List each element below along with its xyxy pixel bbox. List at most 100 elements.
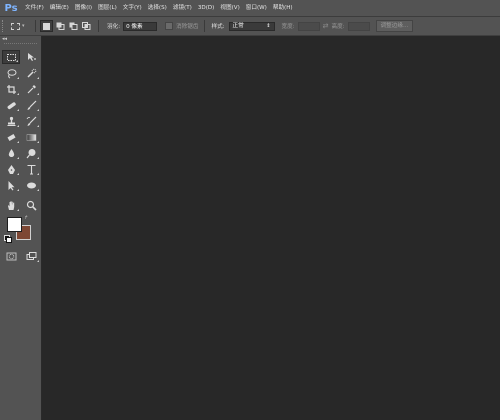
menu-type[interactable]: 文字(Y) <box>120 0 145 16</box>
rectangular-marquee-icon <box>6 53 16 61</box>
lasso-icon <box>7 68 16 78</box>
antialias-label: 消除锯齿 <box>176 24 199 30</box>
ellipse-tool[interactable] <box>22 178 40 192</box>
brush-tool[interactable] <box>22 98 40 112</box>
marquee-preset-icon <box>11 22 20 30</box>
menu-view[interactable]: 视图(V) <box>217 0 242 16</box>
tool-preset-picker[interactable]: ▾ <box>11 20 31 32</box>
add-selection-icon <box>56 22 65 30</box>
refine-edge-button[interactable]: 调整边缘... <box>375 20 414 32</box>
quick-mask-icon <box>6 252 16 260</box>
blur-icon <box>8 148 14 157</box>
history-brush-icon <box>26 116 36 126</box>
menu-help[interactable]: 帮助(H) <box>270 0 296 16</box>
quick-mask-button[interactable] <box>2 249 20 263</box>
new-selection-button[interactable] <box>40 20 53 32</box>
tool-flyout-indicator <box>17 157 19 159</box>
blur-tool[interactable] <box>2 146 20 160</box>
clone-stamp-tool[interactable] <box>2 114 20 128</box>
crop-tool[interactable] <box>2 82 20 96</box>
menu-file[interactable]: 文件(F) <box>22 0 47 16</box>
spot-healing-tool[interactable] <box>2 98 20 112</box>
eraser-icon <box>6 133 16 141</box>
gradient-tool[interactable] <box>22 130 40 144</box>
tool-flyout-indicator <box>16 60 18 62</box>
tool-flyout-indicator <box>37 157 39 159</box>
feather-label: 羽化: <box>107 24 121 30</box>
tool-row <box>0 49 41 65</box>
default-background-icon <box>6 237 12 243</box>
zoom-tool[interactable] <box>22 198 40 212</box>
eyedropper-icon <box>27 84 36 93</box>
tool-flyout-indicator <box>17 125 19 127</box>
menu-select[interactable]: 选择(S) <box>145 0 170 16</box>
default-colors-icon[interactable] <box>4 235 12 243</box>
dodge-tool[interactable] <box>22 146 40 160</box>
tool-flyout-indicator <box>37 125 39 127</box>
pen-tool[interactable] <box>2 162 20 176</box>
screen-mode-button[interactable] <box>22 249 40 263</box>
eyedropper-tool[interactable] <box>22 82 40 96</box>
add-selection-button[interactable] <box>55 21 66 31</box>
swap-colors-icon[interactable]: ↱ <box>24 215 28 221</box>
quick-selection-tool[interactable] <box>22 66 40 80</box>
hand-tool[interactable] <box>2 198 20 212</box>
antialias-checkbox[interactable] <box>165 22 174 30</box>
color-swatches: ↱ <box>0 215 41 245</box>
tool-flyout-indicator <box>17 109 19 111</box>
tool-row <box>0 97 41 113</box>
options-bar: ▾ 羽化: 0 像素 消除锯齿 样式: 正常 ⇕ 宽度: ⇄ 高度: 调整边缘.… <box>0 17 500 36</box>
tool-flyout-indicator <box>17 173 19 175</box>
type-tool[interactable] <box>22 162 40 176</box>
tools-panel: ◂◂ ↱ <box>0 36 42 420</box>
tool-flyout-indicator <box>37 141 39 143</box>
path-selection-tool[interactable] <box>2 178 20 192</box>
tool-flyout-indicator <box>17 141 19 143</box>
tool-row <box>0 161 41 177</box>
eraser-tool[interactable] <box>2 130 20 144</box>
foreground-color-swatch[interactable] <box>7 217 22 232</box>
menu-edit[interactable]: 编辑(E) <box>47 0 72 16</box>
move-tool[interactable] <box>22 50 40 64</box>
tool-row <box>0 129 41 145</box>
intersect-selection-button[interactable] <box>81 21 92 31</box>
subtract-selection-icon <box>69 22 78 30</box>
hand-icon <box>7 200 14 210</box>
swap-dimensions-icon[interactable]: ⇄ <box>323 22 329 30</box>
options-grip[interactable] <box>2 20 7 32</box>
menu-image[interactable]: 图像(I) <box>72 0 95 16</box>
toolbar-grip[interactable] <box>4 43 37 46</box>
menu-bar: Ps 文件(F) 编辑(E) 图像(I) 图层(L) 文字(Y) 选择(S) 滤… <box>0 0 500 17</box>
move-icon <box>27 52 36 61</box>
width-input[interactable] <box>297 21 320 31</box>
style-label: 样式: <box>211 24 225 30</box>
history-brush-tool[interactable] <box>22 114 40 128</box>
spot-healing-icon <box>7 101 16 109</box>
chevron-down-icon: ⇕ <box>266 22 271 29</box>
brush-icon <box>27 100 36 110</box>
rectangular-marquee-tool[interactable] <box>2 50 20 64</box>
style-select-value: 正常 <box>232 22 244 29</box>
menu-3d[interactable]: 3D(D) <box>195 0 218 16</box>
crop-icon <box>6 84 16 94</box>
ps-logo: Ps <box>4 2 18 14</box>
feather-input[interactable]: 0 像素 <box>123 21 158 31</box>
separator <box>98 20 99 32</box>
pen-icon <box>7 164 15 174</box>
dodge-icon <box>26 148 35 158</box>
zoom-icon <box>26 200 37 211</box>
path-selection-icon <box>8 180 14 190</box>
menu-layer[interactable]: 图层(L) <box>95 0 120 16</box>
gradient-icon <box>26 133 36 141</box>
height-input[interactable] <box>347 21 370 31</box>
document-workspace[interactable] <box>42 36 500 420</box>
style-select[interactable]: 正常 ⇕ <box>228 21 275 31</box>
quick-selection-icon <box>26 68 36 78</box>
menu-window[interactable]: 窗口(W) <box>243 0 270 16</box>
lasso-tool[interactable] <box>2 66 20 80</box>
tool-row <box>0 197 41 213</box>
tool-row <box>0 65 41 81</box>
subtract-selection-button[interactable] <box>68 21 79 31</box>
collapse-panel-icon[interactable]: ◂◂ <box>0 36 41 43</box>
menu-filter[interactable]: 滤镜(T) <box>170 0 195 16</box>
